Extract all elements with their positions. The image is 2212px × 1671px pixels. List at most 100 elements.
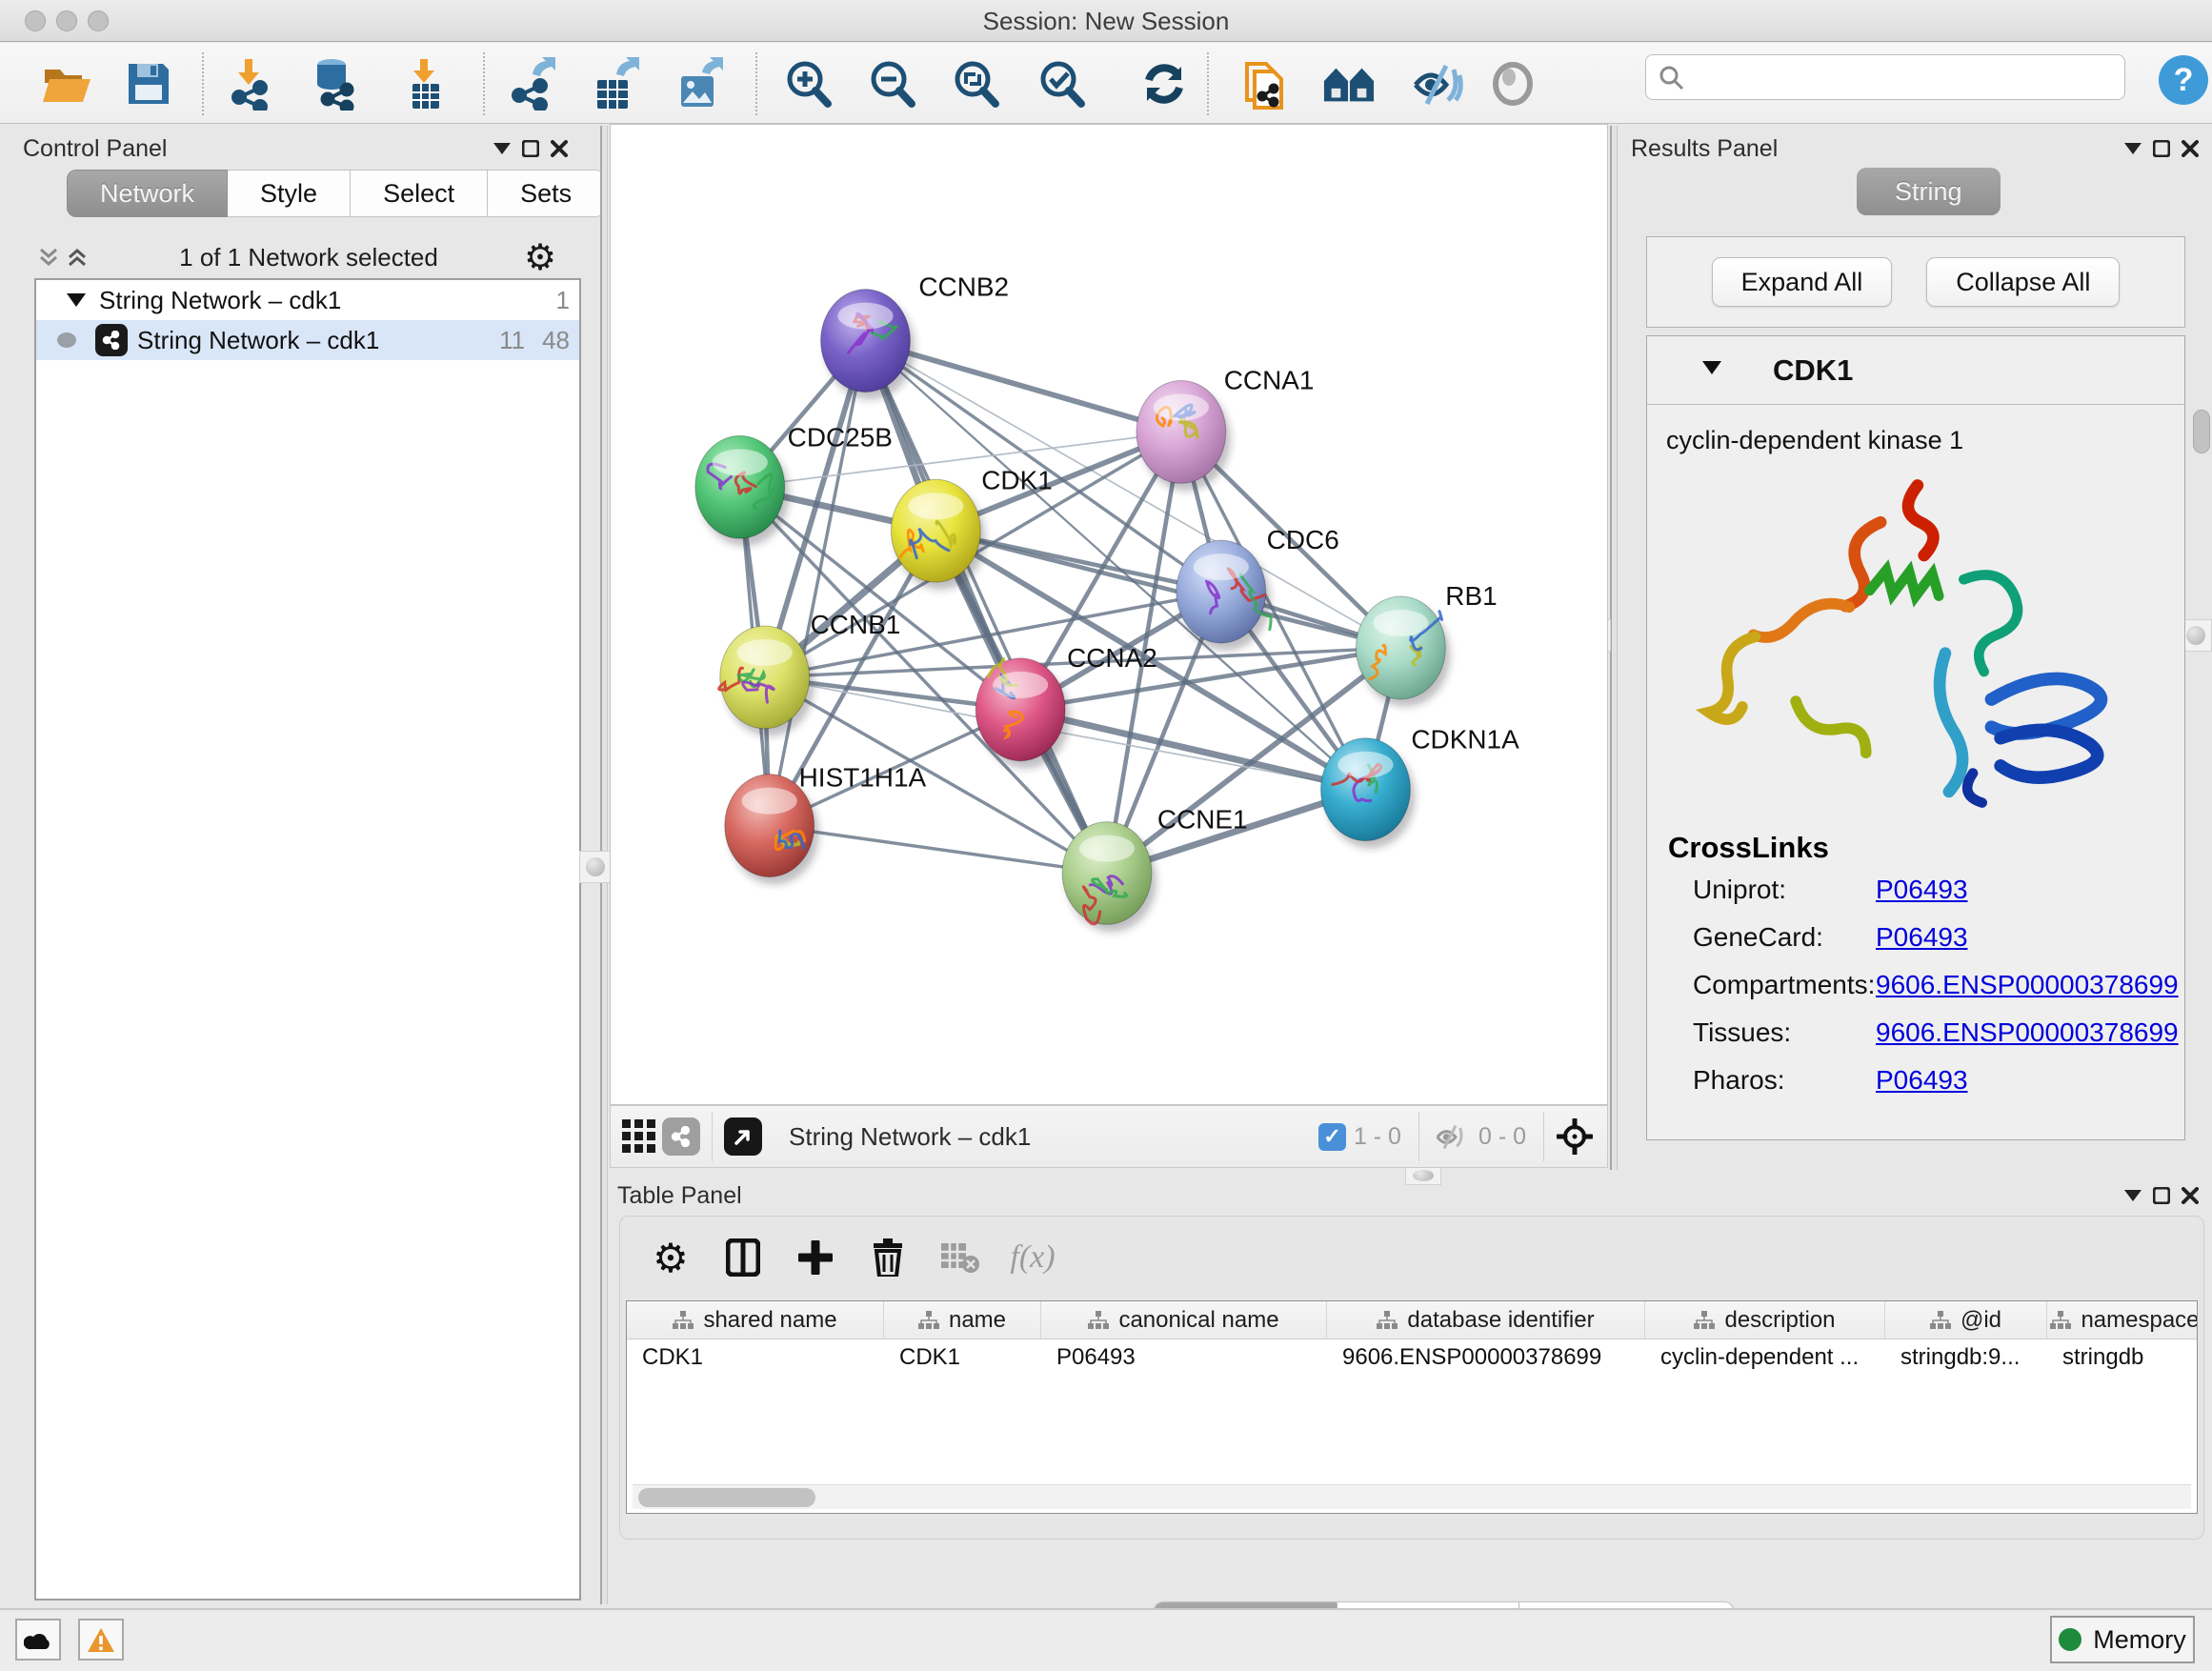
network-node[interactable] bbox=[1062, 822, 1156, 933]
zoom-in-button[interactable] bbox=[781, 56, 835, 111]
table-cell[interactable]: P06493 bbox=[1041, 1339, 1327, 1378]
add-column-icon[interactable] bbox=[794, 1236, 837, 1279]
table-row[interactable]: CDK1CDK1P064939606.ENSP00000378699cyclin… bbox=[627, 1339, 2197, 1378]
network-edge[interactable] bbox=[865, 341, 1107, 874]
scrollbar-thumb[interactable] bbox=[638, 1488, 815, 1507]
zoom-selected-button[interactable] bbox=[1035, 56, 1088, 111]
left-splitter-handle[interactable] bbox=[579, 851, 612, 883]
table-cell[interactable]: 9606.ENSP00000378699 bbox=[1327, 1339, 1645, 1378]
network-node[interactable] bbox=[821, 290, 915, 400]
results-panel-menu-icon[interactable] bbox=[2119, 134, 2147, 163]
hidden-items-eye-slash-icon[interactable] bbox=[1429, 1116, 1471, 1158]
export-image-button[interactable] bbox=[673, 56, 726, 111]
selected-items-checkbox[interactable]: ✓ bbox=[1318, 1123, 1346, 1151]
tab-style[interactable]: Style bbox=[228, 170, 351, 217]
crosslink-link[interactable]: 9606.ENSP00000378699 bbox=[1876, 1017, 2179, 1048]
network-node[interactable] bbox=[1176, 540, 1271, 651]
import-network-database-button[interactable] bbox=[307, 56, 360, 111]
network-canvas[interactable]: CCNB2CCNA1CDC25BCDK1CDC6RB1CCNB1CCNA2CDK… bbox=[610, 124, 1608, 1105]
grid-view-icon[interactable] bbox=[618, 1116, 660, 1158]
results-panel-close-icon[interactable] bbox=[2176, 134, 2204, 163]
tab-network[interactable]: Network bbox=[67, 170, 228, 217]
delete-column-trash-icon[interactable] bbox=[866, 1236, 910, 1279]
node-label: CCNA1 bbox=[1224, 365, 1315, 394]
control-panel-close-icon[interactable] bbox=[545, 134, 573, 163]
column-header[interactable]: description bbox=[1645, 1301, 1885, 1339]
table-cell[interactable]: stringdb:9... bbox=[1885, 1339, 2047, 1378]
import-network-file-button[interactable] bbox=[223, 56, 276, 111]
expand-all-networks-icon[interactable] bbox=[63, 243, 91, 272]
crosslink-link[interactable]: P06493 bbox=[1876, 875, 1968, 905]
crosslink-link[interactable]: 9606.ENSP00000378699 bbox=[1876, 970, 2179, 1000]
network-options-gear-icon[interactable]: ⚙ bbox=[526, 243, 554, 272]
export-network-button[interactable] bbox=[505, 56, 558, 111]
search-input[interactable] bbox=[1694, 63, 2113, 91]
crosslink-row: Pharos:P06493 bbox=[1693, 1065, 2184, 1096]
function-builder-icon[interactable]: f(x) bbox=[1011, 1236, 1055, 1279]
column-header[interactable]: @id bbox=[1885, 1301, 2047, 1339]
protein-header-row[interactable]: CDK1 bbox=[1647, 336, 2184, 405]
network-row-selected[interactable]: String Network – cdk1 11 48 bbox=[36, 320, 579, 360]
tab-string[interactable]: String bbox=[1857, 168, 2001, 215]
crosslink-link[interactable]: P06493 bbox=[1876, 922, 1968, 953]
zoom-out-button[interactable] bbox=[865, 56, 918, 111]
column-header[interactable]: database identifier bbox=[1327, 1301, 1645, 1339]
zoom-in-icon bbox=[782, 58, 834, 110]
help-button[interactable]: ? bbox=[2159, 55, 2208, 105]
column-header[interactable]: canonical name bbox=[1041, 1301, 1327, 1339]
column-header[interactable]: shared name bbox=[627, 1301, 884, 1339]
expand-all-button[interactable]: Expand All bbox=[1712, 257, 1893, 307]
table-panel-menu-icon[interactable] bbox=[2119, 1181, 2147, 1210]
open-session-button[interactable] bbox=[40, 56, 93, 111]
results-panel-float-icon[interactable] bbox=[2147, 134, 2176, 163]
new-network-from-selection-button[interactable] bbox=[1239, 56, 1293, 111]
hide-selected-button[interactable] bbox=[1410, 56, 1463, 111]
table-panel-close-icon[interactable] bbox=[2176, 1181, 2204, 1210]
network-collection-row[interactable]: String Network – cdk1 1 bbox=[36, 280, 579, 320]
table-horizontal-scrollbar[interactable] bbox=[633, 1484, 2191, 1509]
table-settings-gear-icon[interactable]: ⚙ bbox=[649, 1236, 693, 1279]
show-all-button[interactable] bbox=[1486, 56, 1539, 111]
network-node[interactable] bbox=[1321, 738, 1416, 849]
export-table-button[interactable] bbox=[589, 56, 642, 111]
table-cell[interactable]: CDK1 bbox=[627, 1339, 884, 1378]
control-panel-float-icon[interactable] bbox=[516, 134, 545, 163]
import-table-file-button[interactable] bbox=[398, 56, 452, 111]
cloud-status-button[interactable] bbox=[15, 1619, 61, 1661]
network-node[interactable] bbox=[719, 626, 814, 736]
memory-button[interactable]: Memory bbox=[2050, 1616, 2195, 1663]
column-header[interactable]: namespace bbox=[2047, 1301, 2198, 1339]
first-neighbors-button[interactable] bbox=[1322, 56, 1376, 111]
right-splitter[interactable] bbox=[1610, 126, 1618, 1170]
refresh-button[interactable] bbox=[1137, 56, 1191, 111]
show-columns-icon[interactable] bbox=[721, 1236, 765, 1279]
network-graph[interactable]: CCNB2CCNA1CDC25BCDK1CDC6RB1CCNB1CCNA2CDK… bbox=[611, 125, 1607, 1104]
refresh-icon bbox=[1139, 59, 1189, 109]
tab-sets[interactable]: Sets bbox=[488, 170, 605, 217]
birds-eye-view-icon[interactable] bbox=[722, 1116, 764, 1158]
tab-select[interactable]: Select bbox=[351, 170, 488, 217]
delete-table-icon[interactable] bbox=[938, 1236, 982, 1279]
collapse-all-button[interactable]: Collapse All bbox=[1926, 257, 2120, 307]
network-node[interactable] bbox=[891, 479, 985, 590]
table-cell[interactable]: cyclin-dependent ... bbox=[1645, 1339, 1885, 1378]
zoom-fit-button[interactable] bbox=[949, 56, 1002, 111]
network-node[interactable] bbox=[1136, 380, 1231, 491]
table-cell[interactable]: CDK1 bbox=[884, 1339, 1041, 1378]
crosslink-link[interactable]: P06493 bbox=[1876, 1065, 1968, 1096]
protein-collapse-icon[interactable] bbox=[1702, 361, 1721, 379]
fit-selected-crosshair-icon[interactable] bbox=[1554, 1116, 1596, 1158]
network-edge[interactable] bbox=[770, 341, 866, 826]
warnings-button[interactable] bbox=[78, 1619, 124, 1661]
network-share-icon[interactable] bbox=[660, 1116, 702, 1158]
control-panel-menu-icon[interactable] bbox=[488, 134, 516, 163]
network-node[interactable] bbox=[695, 435, 790, 546]
network-edge[interactable] bbox=[770, 826, 1107, 874]
collapse-all-networks-icon[interactable] bbox=[34, 243, 63, 272]
network-node[interactable] bbox=[1356, 596, 1450, 707]
save-session-button[interactable] bbox=[122, 56, 175, 111]
table-cell[interactable]: stringdb bbox=[2047, 1339, 2198, 1378]
results-scrollbar-thumb[interactable] bbox=[2193, 410, 2210, 453]
column-header[interactable]: name bbox=[884, 1301, 1041, 1339]
table-panel-float-icon[interactable] bbox=[2147, 1181, 2176, 1210]
